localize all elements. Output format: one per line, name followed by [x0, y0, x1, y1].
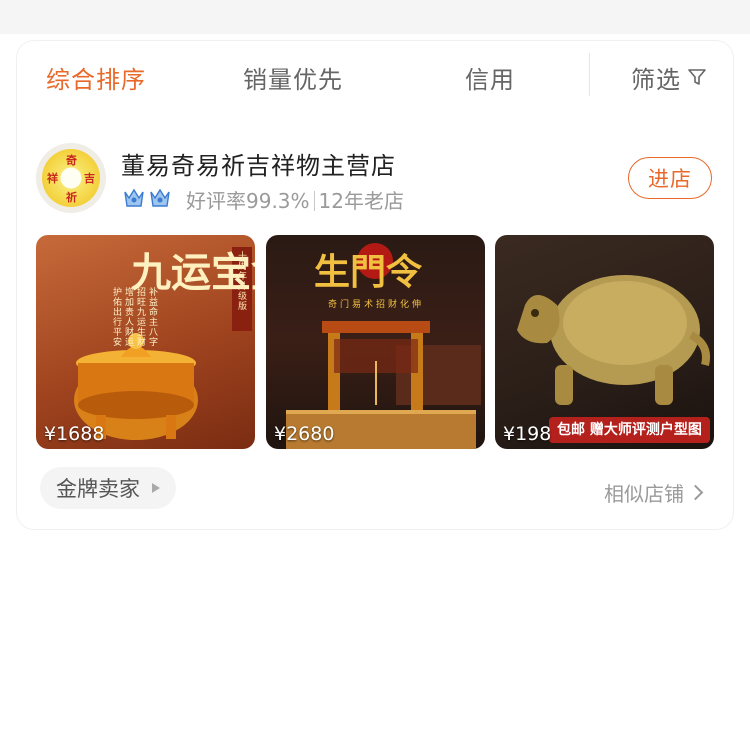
- store-card: 综合排序 销量优先 信用 筛选 奇 吉 祈 祥 董易奇易祈吉祥物主营店 好评率9…: [16, 40, 734, 530]
- sort-divider: [589, 53, 590, 96]
- store-name[interactable]: 董易奇易祈吉祥物主营店: [121, 146, 396, 181]
- chevron-right-icon: [687, 484, 704, 501]
- logo-char-bottom: 祈: [66, 191, 77, 204]
- similar-stores-label: 相似店铺: [604, 482, 684, 506]
- sort-bar: 综合排序 销量优先 信用 筛选: [16, 40, 734, 112]
- logo-char-left: 祥: [47, 172, 58, 185]
- product-price-1: ¥1688: [44, 423, 105, 445]
- product-2-art-title: 生門令: [314, 251, 423, 293]
- gold-seller-tag[interactable]: 金牌卖家: [40, 467, 176, 509]
- filter-label: 筛选: [631, 66, 681, 94]
- top-spacer: [0, 0, 750, 34]
- product-1-art-line-4: 护佑出行平安: [111, 287, 121, 347]
- product-2-art-sub: 奇门易术招财化伸: [328, 300, 425, 310]
- similar-stores-link[interactable]: 相似店铺: [604, 478, 704, 507]
- product-card-1[interactable]: 九运宝盒 十周年升级版 补益命主八字 招旺九运生财 增加贵人财运 护佑出行平安 …: [36, 235, 255, 449]
- gold-seller-label: 金牌卖家: [56, 477, 140, 501]
- product-price-3: ¥198: [503, 423, 552, 445]
- product-1-art-line-2: 招旺九运生财: [135, 287, 145, 347]
- store-logo-emblem: 奇 吉 祈 祥: [42, 149, 100, 207]
- logo-char-top: 奇: [66, 154, 77, 167]
- store-age: 12年老店: [318, 189, 404, 213]
- sort-tab-credit[interactable]: 信用: [465, 60, 515, 95]
- sort-tab-sales[interactable]: 销量优先: [243, 60, 343, 95]
- product-card-3[interactable]: 包邮 赠大师评测户型图 ¥198: [495, 235, 714, 449]
- filter-icon[interactable]: [688, 68, 706, 86]
- store-meta: 好评率99.3% 12年老店: [186, 185, 404, 214]
- store-rating: 好评率99.3%: [186, 189, 310, 213]
- store-logo[interactable]: 奇 吉 祈 祥: [36, 143, 106, 213]
- sort-tab-comprehensive[interactable]: 综合排序: [46, 60, 146, 95]
- play-arrow-icon: [152, 483, 160, 493]
- product-1-art-line-1: 补益命主八字: [147, 287, 157, 347]
- crown-icon: [124, 188, 170, 207]
- filter-button[interactable]: 筛选: [631, 60, 681, 95]
- promo-badge: 包邮 赠大师评测户型图: [549, 417, 710, 443]
- logo-char-right: 吉: [84, 172, 95, 185]
- product-1-art-side: 十周年升级版: [236, 251, 246, 311]
- product-1-art-line-3: 增加贵人财运: [123, 287, 133, 347]
- meta-divider: [313, 191, 315, 211]
- enter-store-button[interactable]: 进店: [628, 157, 712, 199]
- product-card-2[interactable]: 生門令 奇门易术招财化伸 ¥2680: [266, 235, 485, 449]
- product-price-2: ¥2680: [274, 423, 335, 445]
